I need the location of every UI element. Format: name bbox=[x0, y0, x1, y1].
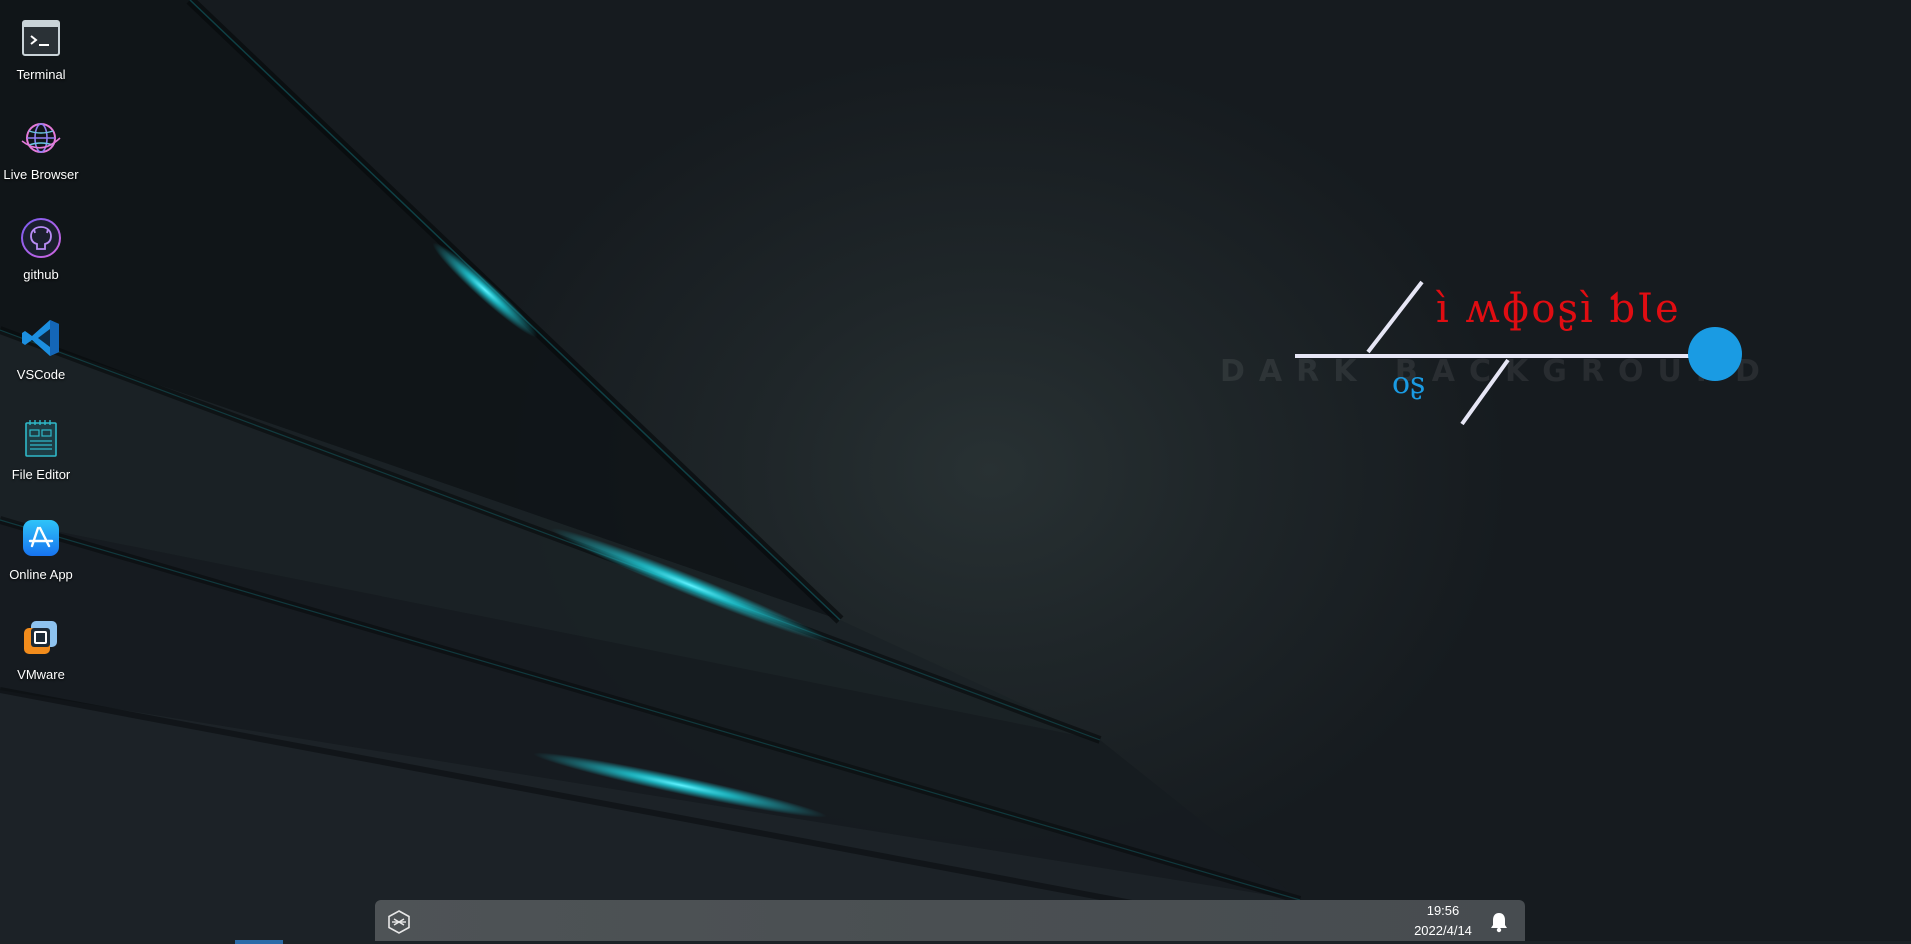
desktop-icon-label: Terminal bbox=[16, 67, 66, 82]
desktop-icon-vmware[interactable]: VMware bbox=[0, 614, 82, 714]
desktop-icon-label: VMware bbox=[17, 667, 65, 682]
vmware-icon bbox=[19, 616, 63, 660]
desktop-icon-label: Live Browser bbox=[3, 167, 79, 182]
bell-icon bbox=[1491, 913, 1507, 933]
desktop-icon-terminal[interactable]: Terminal bbox=[0, 14, 82, 114]
hexagon-logo-icon bbox=[388, 910, 410, 934]
active-window-indicator bbox=[235, 940, 283, 944]
desktop-icon-online-app[interactable]: Online App bbox=[0, 514, 82, 614]
logo-dot bbox=[1688, 327, 1742, 381]
notification-button[interactable] bbox=[1485, 908, 1513, 936]
start-button[interactable] bbox=[385, 908, 413, 936]
github-icon bbox=[19, 216, 63, 260]
desktop-icon-label: Online App bbox=[9, 567, 73, 582]
vscode-icon bbox=[19, 316, 63, 360]
notepad-icon bbox=[19, 416, 63, 460]
app-store-icon bbox=[19, 516, 63, 560]
desktop-wallpaper bbox=[0, 0, 1911, 944]
desktop-icon-grid: Terminal Live Browser github VSCode File… bbox=[0, 14, 82, 714]
terminal-icon bbox=[19, 16, 63, 60]
desktop-icon-label: VSCode bbox=[16, 367, 66, 382]
desktop-icon-label: github bbox=[23, 267, 59, 282]
clock-date: 2022/4/14 bbox=[1414, 923, 1472, 938]
desktop-icon-file-editor[interactable]: File Editor bbox=[0, 414, 82, 514]
desktop-icon-live-browser[interactable]: Live Browser bbox=[0, 114, 82, 214]
taskbar: 19:56 2022/4/14 bbox=[375, 900, 1525, 944]
desktop-icon-vscode[interactable]: VSCode bbox=[0, 314, 82, 414]
globe-icon bbox=[19, 116, 63, 160]
taskbar-clock[interactable]: 19:56 2022/4/14 bbox=[1403, 901, 1483, 941]
logo-main-text: ì ʍɸοʂì ƅƖe bbox=[1436, 286, 1681, 332]
desktop-icon-github[interactable]: github bbox=[0, 214, 82, 314]
clock-time: 19:56 bbox=[1426, 903, 1460, 918]
os-logo: DARK BACKGROUND ì ʍɸοʂì ƅƖe οʂ bbox=[1200, 270, 1800, 450]
logo-sub-text: οʂ bbox=[1392, 366, 1426, 401]
desktop-icon-label: File Editor bbox=[11, 467, 71, 482]
